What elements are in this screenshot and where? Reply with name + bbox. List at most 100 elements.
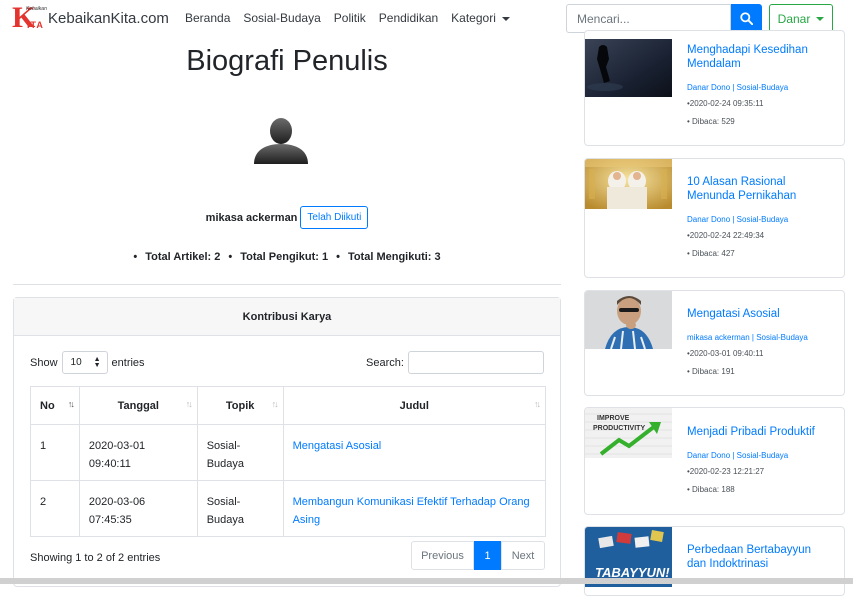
nav-item-kategori-dropdown[interactable]: Kategori — [451, 11, 510, 25]
sidebar-article-card[interactable]: 10 Alasan Rasional Menunda Pernikahan Da… — [584, 158, 845, 278]
sidebar-article-card[interactable]: Menghadapi Kesedihan Mendalam Danar Dono… — [584, 30, 845, 146]
nav-item-pendidikan[interactable]: Pendidikan — [379, 11, 438, 25]
sidebar-article-title[interactable]: 10 Alasan Rasional Menunda Pernikahan — [687, 175, 817, 203]
pagination-next[interactable]: Next — [501, 541, 545, 570]
article-link[interactable]: Mengatasi Asosial — [293, 440, 382, 452]
article-link[interactable]: Membangun Komunikasi Efektif Terhadap Or… — [293, 496, 530, 526]
article-author[interactable]: Danar Dono — [687, 451, 730, 460]
nav-item-politik[interactable]: Politik — [334, 11, 366, 25]
cell-topic: Sosial-Budaya — [196, 424, 284, 481]
follow-button[interactable]: Telah Diikuti — [300, 206, 369, 229]
pagination-page-1[interactable]: 1 — [474, 541, 501, 570]
article-date: •2020-02-23 12:21:27 — [687, 467, 765, 476]
search-icon — [740, 12, 753, 25]
sidebar-article-title[interactable]: Menjadi Pribadi Produktif — [687, 425, 844, 439]
nav-item-kategori-label: Kategori — [451, 11, 496, 25]
brand-name: KebaikanKita.com — [48, 9, 169, 27]
show-label: Show — [30, 356, 58, 369]
window-bottom-edge — [0, 578, 853, 584]
caret-down-icon — [501, 16, 510, 21]
article-author[interactable]: Danar Dono — [687, 215, 730, 224]
author-row: mikasa ackerman Telah Diikuti — [0, 206, 574, 229]
pagination-previous[interactable]: Previous — [411, 541, 474, 570]
main-nav: Beranda Sosial-Budaya Politik Pendidikan… — [185, 11, 510, 25]
nav-item-sosial-budaya[interactable]: Sosial-Budaya — [243, 11, 320, 25]
column-header-judul[interactable]: Judul ↑↓ — [282, 386, 547, 425]
column-header-no[interactable]: No ↑↓ — [30, 386, 80, 425]
column-label: No — [40, 399, 55, 412]
contributions-table: No ↑↓ Tanggal ↑↓ Topik ↑↓ Judul ↑↓ 1 2020-03… — [30, 386, 547, 537]
sidebar-article-meta: mikasa ackerman | Sosial-Budaya •2020-03… — [687, 330, 808, 380]
column-header-tanggal[interactable]: Tanggal ↑↓ — [78, 386, 198, 425]
cell-topic: Sosial-Budaya — [196, 480, 284, 537]
cell-title: Membangun Komunikasi Efektif Terhadap Or… — [282, 480, 547, 537]
article-thumbnail — [585, 159, 672, 209]
search-button[interactable] — [731, 4, 762, 33]
article-category[interactable]: Sosial-Budaya — [737, 215, 789, 224]
entries-value: 10 — [70, 357, 82, 368]
thumb-text-productivity: PRODUCTIVITY — [593, 425, 645, 432]
article-thumbnail: IMPROVE PRODUCTIVITY — [585, 408, 672, 458]
article-date: •2020-02-24 09:35:11 — [687, 99, 764, 108]
brand-link[interactable]: K Kebaikan ITA KebaikanKita.com — [12, 1, 169, 34]
sort-asc-icon: ↑↓ — [67, 399, 75, 409]
cell-date: 2020-03-01 09:40:11 — [78, 424, 198, 481]
user-menu-label: Danar — [777, 11, 811, 26]
sidebar-article-card[interactable]: TABAYYUN! Perbedaan Bertabayyun dan Indo… — [584, 526, 845, 596]
table-search: Search: — [366, 351, 544, 374]
table-row: 1 2020-03-01 09:40:11 Sosial-Budaya Meng… — [30, 424, 547, 481]
logo-letters: ITA — [27, 20, 44, 30]
article-category[interactable]: Sosial-Budaya — [737, 451, 789, 460]
thumb-text-improve: IMPROVE — [597, 415, 630, 422]
article-thumbnail — [585, 291, 672, 349]
article-category[interactable]: Sosial-Budaya — [756, 333, 808, 342]
article-category[interactable]: Sosial-Budaya — [737, 83, 789, 92]
cell-title: Mengatasi Asosial — [282, 424, 547, 481]
table-row: 2 2020-03-06 07:45:35 Sosial-Budaya Memb… — [30, 480, 547, 537]
article-reads: • Dibaca: 188 — [687, 485, 735, 494]
cell-no: 2 — [30, 480, 80, 537]
column-label: Tanggal — [117, 399, 159, 412]
sidebar-article-card[interactable]: Mengatasi Asosial mikasa ackerman | Sosi… — [584, 290, 845, 396]
article-author[interactable]: Danar Dono — [687, 83, 730, 92]
article-author[interactable]: mikasa ackerman — [687, 333, 750, 342]
user-menu-button[interactable]: Danar — [769, 4, 833, 33]
select-arrows-icon: ▲ ▼ — [93, 355, 101, 369]
author-name: mikasa ackerman — [205, 211, 298, 224]
sort-icon: ↑↓ — [185, 399, 193, 409]
table-info: Showing 1 to 2 of 2 entries — [30, 552, 161, 564]
sidebar-article-title[interactable]: Mengatasi Asosial — [687, 307, 837, 321]
table-search-label: Search: — [366, 356, 404, 369]
stat-following: Total Mengikuti: 3 — [347, 251, 441, 263]
cell-no: 1 — [30, 424, 80, 481]
article-date: •2020-02-24 22:49:34 — [687, 231, 765, 240]
article-reads: • Dibaca: 427 — [687, 249, 735, 258]
sidebar-article-title[interactable]: Perbedaan Bertabayyun dan Indoktrinasi — [687, 543, 827, 571]
article-reads: • Dibaca: 191 — [687, 367, 735, 376]
stat-total-articles: Total Artikel: 2 — [145, 251, 221, 263]
caret-down-icon — [816, 16, 825, 21]
nav-item-beranda[interactable]: Beranda — [185, 11, 230, 25]
brand-logo: K Kebaikan ITA — [12, 1, 47, 34]
contributions-card: Kontribusi Karya Show 10 ▲ ▼ entries Sear… — [13, 297, 561, 587]
sidebar-article-card[interactable]: IMPROVE PRODUCTIVITY Menjadi Pribadi Pro… — [584, 407, 845, 515]
article-reads: • Dibaca: 529 — [687, 117, 735, 126]
avatar-icon — [254, 118, 308, 164]
pagination: Previous 1 Next — [411, 541, 545, 570]
table-header-row: No ↑↓ Tanggal ↑↓ Topik ↑↓ Judul ↑↓ — [30, 386, 547, 425]
column-label: Topik — [225, 399, 255, 412]
divider — [13, 284, 561, 285]
logo-tagline: Kebaikan — [26, 6, 47, 12]
entries-select[interactable]: 10 ▲ ▼ — [61, 351, 108, 374]
sidebar-article-meta: Danar Dono | Sosial-Budaya •2020-02-24 0… — [687, 80, 788, 130]
entries-length-control: Show 10 ▲ ▼ entries — [30, 351, 145, 374]
cell-date: 2020-03-06 07:45:35 — [78, 480, 198, 537]
article-thumbnail — [585, 39, 672, 97]
sidebar-article-title[interactable]: Menghadapi Kesedihan Mendalam — [687, 43, 837, 71]
table-search-input[interactable] — [407, 351, 544, 374]
entries-label: entries — [111, 356, 145, 369]
column-header-topik[interactable]: Topik ↑↓ — [196, 386, 284, 425]
sidebar-article-meta: Danar Dono | Sosial-Budaya •2020-02-24 2… — [687, 212, 788, 262]
sort-icon: ↑↓ — [271, 399, 279, 409]
search-input[interactable] — [566, 4, 731, 33]
